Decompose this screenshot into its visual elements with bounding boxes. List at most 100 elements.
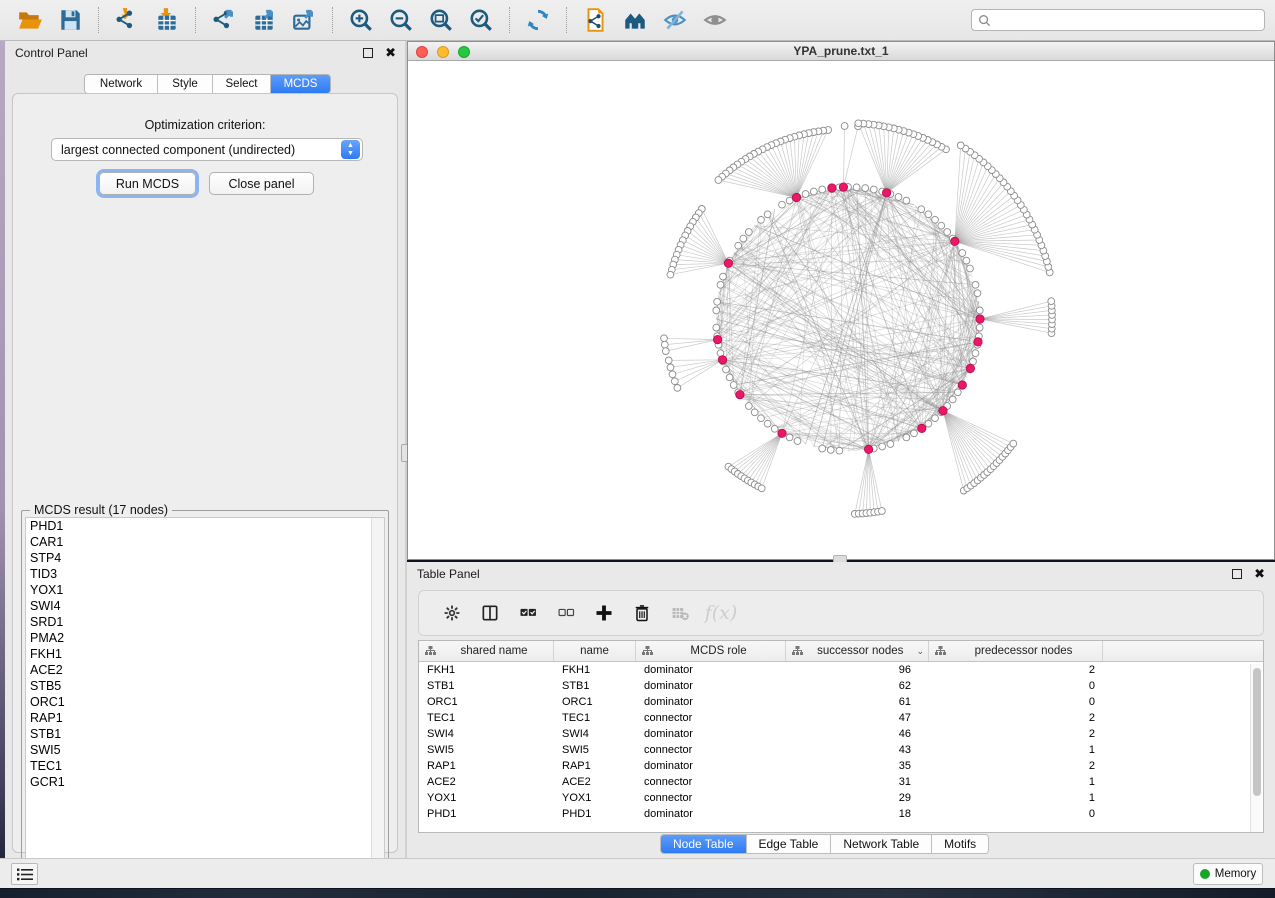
table-row-STB1[interactable]: STB1STB1dominator620 [419, 678, 1263, 694]
zoom-in-button[interactable] [341, 3, 381, 37]
ring-node[interactable] [764, 211, 771, 218]
export-table-button[interactable] [244, 3, 284, 37]
ring-node[interactable] [903, 434, 910, 441]
ring-node[interactable] [932, 216, 939, 223]
ring-node[interactable] [794, 438, 801, 445]
column-header-shared-name[interactable]: shared name [419, 641, 554, 661]
column-header-successor-nodes[interactable]: successor nodes⌄ [786, 641, 929, 661]
leaf-node[interactable] [661, 341, 668, 348]
ring-node[interactable] [720, 273, 727, 280]
close-panel-icon[interactable]: ✖ [385, 48, 396, 58]
ring-node[interactable] [786, 434, 793, 441]
mcds-result-item[interactable]: STP4 [26, 550, 384, 566]
mcds-hub-node[interactable] [958, 381, 966, 389]
table-scroll-thumb[interactable] [1253, 668, 1261, 796]
mcds-result-list[interactable]: PHD1CAR1STP4TID3YOX1SWI4SRD1PMA2FKH1ACE2… [25, 517, 385, 874]
refresh-view-button[interactable] [518, 3, 558, 37]
ring-node[interactable] [870, 186, 877, 193]
import-network-button[interactable] [107, 3, 147, 37]
task-history-button[interactable] [11, 863, 38, 885]
ring-node[interactable] [713, 324, 720, 331]
ring-node[interactable] [976, 307, 983, 314]
ring-node[interactable] [723, 366, 730, 373]
ring-node[interactable] [911, 430, 918, 437]
mcds-result-item[interactable]: SRD1 [26, 614, 384, 630]
ring-node[interactable] [853, 184, 860, 191]
window-minimize-button[interactable] [437, 46, 449, 58]
search-box[interactable] [971, 9, 1265, 31]
leaf-node[interactable] [957, 142, 964, 149]
table-row-RAP1[interactable]: RAP1RAP1dominator352 [419, 758, 1263, 774]
table-settings-button[interactable] [433, 596, 471, 630]
table-row-SWI5[interactable]: SWI5SWI5connector431 [419, 742, 1263, 758]
mcds-hub-node[interactable] [864, 445, 872, 453]
mcds-hub-node[interactable] [792, 193, 800, 201]
ring-node[interactable] [972, 350, 979, 357]
mcds-hub-node[interactable] [939, 407, 947, 415]
ring-node[interactable] [879, 443, 886, 450]
mcds-result-item[interactable]: STB1 [26, 726, 384, 742]
ring-node[interactable] [932, 415, 939, 422]
network-from-selection-button[interactable] [575, 3, 615, 37]
column-header-name[interactable]: name [554, 641, 636, 661]
mcds-result-item[interactable]: CAR1 [26, 534, 384, 550]
ring-node[interactable] [963, 257, 970, 264]
network-window-titlebar[interactable]: YPA_prune.txt_1 [408, 42, 1274, 61]
ring-node[interactable] [717, 281, 724, 288]
show-all-button[interactable] [695, 3, 735, 37]
tab-select[interactable]: Select [213, 75, 271, 93]
mcds-hub-node[interactable] [882, 189, 890, 197]
table-row-ACE2[interactable]: ACE2ACE2connector311 [419, 774, 1263, 790]
window-close-button[interactable] [416, 46, 428, 58]
window-zoom-button[interactable] [458, 46, 470, 58]
ring-node[interactable] [726, 374, 733, 381]
hide-selected-button[interactable] [655, 3, 695, 37]
ring-node[interactable] [735, 242, 742, 249]
mcds-hub-node[interactable] [951, 237, 959, 245]
ring-node[interactable] [810, 188, 817, 195]
leaf-node[interactable] [665, 357, 672, 364]
float-window-icon[interactable] [363, 48, 373, 58]
table-row-YOX1[interactable]: YOX1YOX1connector291 [419, 790, 1263, 806]
first-neighbors-button[interactable] [615, 3, 655, 37]
close-panel-icon[interactable]: ✖ [1254, 569, 1265, 579]
leaf-node[interactable] [674, 385, 681, 392]
mcds-hub-node[interactable] [778, 429, 786, 437]
ring-node[interactable] [862, 185, 869, 192]
tab-edge-table[interactable]: Edge Table [747, 835, 832, 853]
leaf-node[interactable] [715, 177, 722, 184]
column-header-predecessor-nodes[interactable]: predecessor nodes [929, 641, 1103, 661]
ring-node[interactable] [819, 445, 826, 452]
ring-node[interactable] [925, 420, 932, 427]
ring-node[interactable] [713, 307, 720, 314]
mcds-result-item[interactable]: PMA2 [26, 630, 384, 646]
leaf-node[interactable] [669, 371, 676, 378]
mcds-hub-node[interactable] [918, 424, 926, 432]
leaf-node[interactable] [758, 485, 765, 492]
ring-node[interactable] [954, 389, 961, 396]
column-visibility-button[interactable] [471, 596, 509, 630]
mcds-list-scrollbar[interactable] [371, 518, 384, 873]
ring-node[interactable] [974, 290, 981, 297]
add-column-button[interactable] [585, 596, 623, 630]
tab-mcds[interactable]: MCDS [271, 75, 330, 93]
ring-node[interactable] [730, 382, 737, 389]
ring-node[interactable] [745, 229, 752, 236]
ring-node[interactable] [903, 197, 910, 204]
leaf-node[interactable] [855, 120, 862, 127]
mcds-result-item[interactable]: ACE2 [26, 662, 384, 678]
zoom-out-button[interactable] [381, 3, 421, 37]
mcds-hub-node[interactable] [724, 259, 732, 267]
ring-node[interactable] [944, 229, 951, 236]
select-all-button[interactable] [509, 596, 547, 630]
ring-node[interactable] [758, 415, 765, 422]
leaf-node[interactable] [841, 123, 848, 130]
ring-node[interactable] [827, 447, 834, 454]
table-row-SWI4[interactable]: SWI4SWI4dominator462 [419, 726, 1263, 742]
mcds-result-item[interactable]: SWI4 [26, 598, 384, 614]
delete-column-button[interactable] [623, 596, 661, 630]
mcds-result-item[interactable]: TID3 [26, 566, 384, 582]
tab-network-table[interactable]: Network Table [831, 835, 932, 853]
ring-node[interactable] [887, 441, 894, 448]
export-network-button[interactable] [204, 3, 244, 37]
